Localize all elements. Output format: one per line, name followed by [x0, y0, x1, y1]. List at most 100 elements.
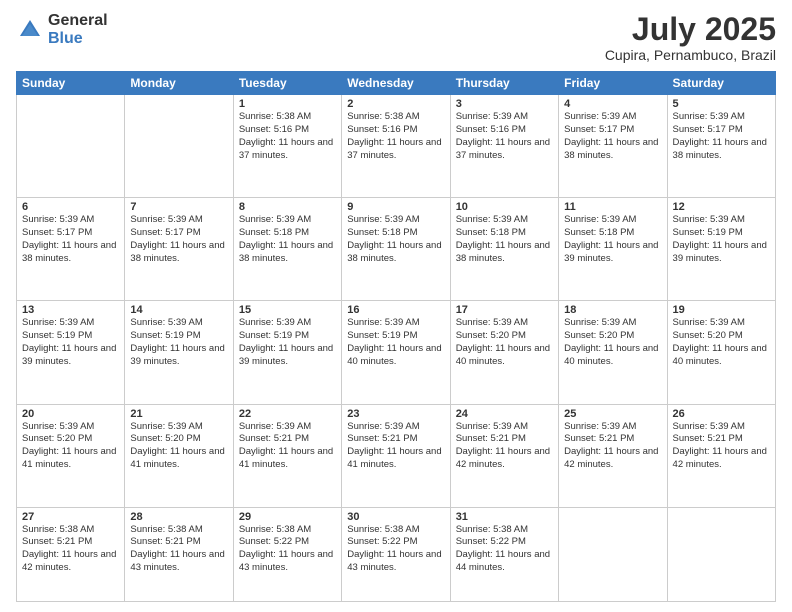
calendar-header: Sunday Monday Tuesday Wednesday Thursday… — [17, 72, 776, 95]
day-number: 5 — [673, 98, 770, 110]
calendar-cell: 4Sunrise: 5:39 AMSunset: 5:17 PMDaylight… — [559, 95, 667, 198]
day-number: 16 — [347, 304, 444, 316]
day-number: 26 — [673, 408, 770, 420]
calendar-cell — [125, 95, 233, 198]
calendar-cell: 6Sunrise: 5:39 AMSunset: 5:17 PMDaylight… — [17, 198, 125, 301]
col-sunday: Sunday — [17, 72, 125, 95]
day-number: 9 — [347, 201, 444, 213]
calendar-cell: 5Sunrise: 5:39 AMSunset: 5:17 PMDaylight… — [667, 95, 775, 198]
day-number: 20 — [22, 408, 119, 420]
calendar-week-5: 27Sunrise: 5:38 AMSunset: 5:21 PMDayligh… — [17, 507, 776, 601]
calendar-cell: 22Sunrise: 5:39 AMSunset: 5:21 PMDayligh… — [233, 404, 341, 507]
day-info: Sunrise: 5:39 AMSunset: 5:21 PMDaylight:… — [347, 421, 444, 472]
day-number: 1 — [239, 98, 336, 110]
day-number: 22 — [239, 408, 336, 420]
calendar-cell: 1Sunrise: 5:38 AMSunset: 5:16 PMDaylight… — [233, 95, 341, 198]
logo-icon — [16, 16, 44, 44]
day-number: 27 — [22, 511, 119, 523]
day-number: 21 — [130, 408, 227, 420]
day-info: Sunrise: 5:39 AMSunset: 5:18 PMDaylight:… — [239, 214, 336, 265]
day-info: Sunrise: 5:39 AMSunset: 5:18 PMDaylight:… — [564, 214, 661, 265]
logo: General Blue — [16, 12, 108, 47]
day-number: 3 — [456, 98, 553, 110]
day-number: 19 — [673, 304, 770, 316]
col-tuesday: Tuesday — [233, 72, 341, 95]
day-info: Sunrise: 5:38 AMSunset: 5:21 PMDaylight:… — [22, 524, 119, 575]
calendar-week-3: 13Sunrise: 5:39 AMSunset: 5:19 PMDayligh… — [17, 301, 776, 404]
calendar-cell: 13Sunrise: 5:39 AMSunset: 5:19 PMDayligh… — [17, 301, 125, 404]
calendar-cell: 8Sunrise: 5:39 AMSunset: 5:18 PMDaylight… — [233, 198, 341, 301]
logo-text: General Blue — [48, 12, 108, 47]
day-info: Sunrise: 5:38 AMSunset: 5:22 PMDaylight:… — [239, 524, 336, 575]
calendar: Sunday Monday Tuesday Wednesday Thursday… — [16, 71, 776, 602]
calendar-cell: 26Sunrise: 5:39 AMSunset: 5:21 PMDayligh… — [667, 404, 775, 507]
day-info: Sunrise: 5:39 AMSunset: 5:20 PMDaylight:… — [130, 421, 227, 472]
day-info: Sunrise: 5:39 AMSunset: 5:17 PMDaylight:… — [564, 111, 661, 162]
calendar-cell: 14Sunrise: 5:39 AMSunset: 5:19 PMDayligh… — [125, 301, 233, 404]
day-info: Sunrise: 5:38 AMSunset: 5:16 PMDaylight:… — [347, 111, 444, 162]
day-number: 31 — [456, 511, 553, 523]
day-number: 4 — [564, 98, 661, 110]
col-monday: Monday — [125, 72, 233, 95]
calendar-cell: 3Sunrise: 5:39 AMSunset: 5:16 PMDaylight… — [450, 95, 558, 198]
calendar-cell: 25Sunrise: 5:39 AMSunset: 5:21 PMDayligh… — [559, 404, 667, 507]
day-number: 2 — [347, 98, 444, 110]
day-number: 8 — [239, 201, 336, 213]
col-saturday: Saturday — [667, 72, 775, 95]
day-number: 7 — [130, 201, 227, 213]
calendar-cell: 18Sunrise: 5:39 AMSunset: 5:20 PMDayligh… — [559, 301, 667, 404]
day-info: Sunrise: 5:39 AMSunset: 5:17 PMDaylight:… — [673, 111, 770, 162]
day-number: 29 — [239, 511, 336, 523]
day-info: Sunrise: 5:39 AMSunset: 5:20 PMDaylight:… — [456, 317, 553, 368]
calendar-cell: 16Sunrise: 5:39 AMSunset: 5:19 PMDayligh… — [342, 301, 450, 404]
calendar-cell: 10Sunrise: 5:39 AMSunset: 5:18 PMDayligh… — [450, 198, 558, 301]
day-info: Sunrise: 5:39 AMSunset: 5:20 PMDaylight:… — [673, 317, 770, 368]
calendar-cell — [559, 507, 667, 601]
day-number: 13 — [22, 304, 119, 316]
page: General Blue July 2025 Cupira, Pernambuc… — [0, 0, 792, 612]
day-info: Sunrise: 5:39 AMSunset: 5:17 PMDaylight:… — [22, 214, 119, 265]
day-number: 28 — [130, 511, 227, 523]
header-row: Sunday Monday Tuesday Wednesday Thursday… — [17, 72, 776, 95]
calendar-week-4: 20Sunrise: 5:39 AMSunset: 5:20 PMDayligh… — [17, 404, 776, 507]
logo-blue-text: Blue — [48, 30, 108, 48]
calendar-cell — [667, 507, 775, 601]
day-number: 24 — [456, 408, 553, 420]
logo-general-text: General — [48, 12, 108, 30]
day-number: 12 — [673, 201, 770, 213]
month-year: July 2025 — [605, 12, 776, 47]
calendar-cell: 28Sunrise: 5:38 AMSunset: 5:21 PMDayligh… — [125, 507, 233, 601]
calendar-cell: 24Sunrise: 5:39 AMSunset: 5:21 PMDayligh… — [450, 404, 558, 507]
day-info: Sunrise: 5:39 AMSunset: 5:20 PMDaylight:… — [22, 421, 119, 472]
calendar-week-1: 1 Sunrise: 5:38 AMSunset: 5:16 PMDaylight… — [17, 95, 776, 198]
calendar-cell: 15Sunrise: 5:39 AMSunset: 5:19 PMDayligh… — [233, 301, 341, 404]
day-info: Sunrise: 5:39 AMSunset: 5:21 PMDaylight:… — [564, 421, 661, 472]
col-friday: Friday — [559, 72, 667, 95]
calendar-cell: 29Sunrise: 5:38 AMSunset: 5:22 PMDayligh… — [233, 507, 341, 601]
day-info: Sunrise: 5:39 AMSunset: 5:17 PMDaylight:… — [130, 214, 227, 265]
calendar-cell: 2Sunrise: 5:38 AMSunset: 5:16 PMDaylight… — [342, 95, 450, 198]
col-thursday: Thursday — [450, 72, 558, 95]
day-info: Sunrise: 5:39 AMSunset: 5:19 PMDaylight:… — [22, 317, 119, 368]
day-number: 11 — [564, 201, 661, 213]
day-number: 25 — [564, 408, 661, 420]
calendar-body: 1 Sunrise: 5:38 AMSunset: 5:16 PMDaylight… — [17, 95, 776, 602]
day-info: Sunrise: 5:38 AMSunset: 5:22 PMDaylight:… — [347, 524, 444, 575]
day-info: Sunrise: 5:39 AMSunset: 5:18 PMDaylight:… — [456, 214, 553, 265]
calendar-cell: 19Sunrise: 5:39 AMSunset: 5:20 PMDayligh… — [667, 301, 775, 404]
location: Cupira, Pernambuco, Brazil — [605, 47, 776, 63]
calendar-cell: 31Sunrise: 5:38 AMSunset: 5:22 PMDayligh… — [450, 507, 558, 601]
day-info: Sunrise: 5:39 AMSunset: 5:21 PMDaylight:… — [239, 421, 336, 472]
day-number: 6 — [22, 201, 119, 213]
day-number: 23 — [347, 408, 444, 420]
day-info: Sunrise: 5:39 AMSunset: 5:19 PMDaylight:… — [673, 214, 770, 265]
day-info: Sunrise: 5:39 AMSunset: 5:16 PMDaylight:… — [456, 111, 553, 162]
day-number: 18 — [564, 304, 661, 316]
calendar-cell: 7Sunrise: 5:39 AMSunset: 5:17 PMDaylight… — [125, 198, 233, 301]
day-number: 15 — [239, 304, 336, 316]
calendar-cell: 23Sunrise: 5:39 AMSunset: 5:21 PMDayligh… — [342, 404, 450, 507]
day-info: Sunrise: 5:39 AMSunset: 5:19 PMDaylight:… — [130, 317, 227, 368]
day-number: 17 — [456, 304, 553, 316]
day-info: Sunrise: 5:39 AMSunset: 5:21 PMDaylight:… — [456, 421, 553, 472]
day-info: Sunrise: 5:39 AMSunset: 5:19 PMDaylight:… — [347, 317, 444, 368]
